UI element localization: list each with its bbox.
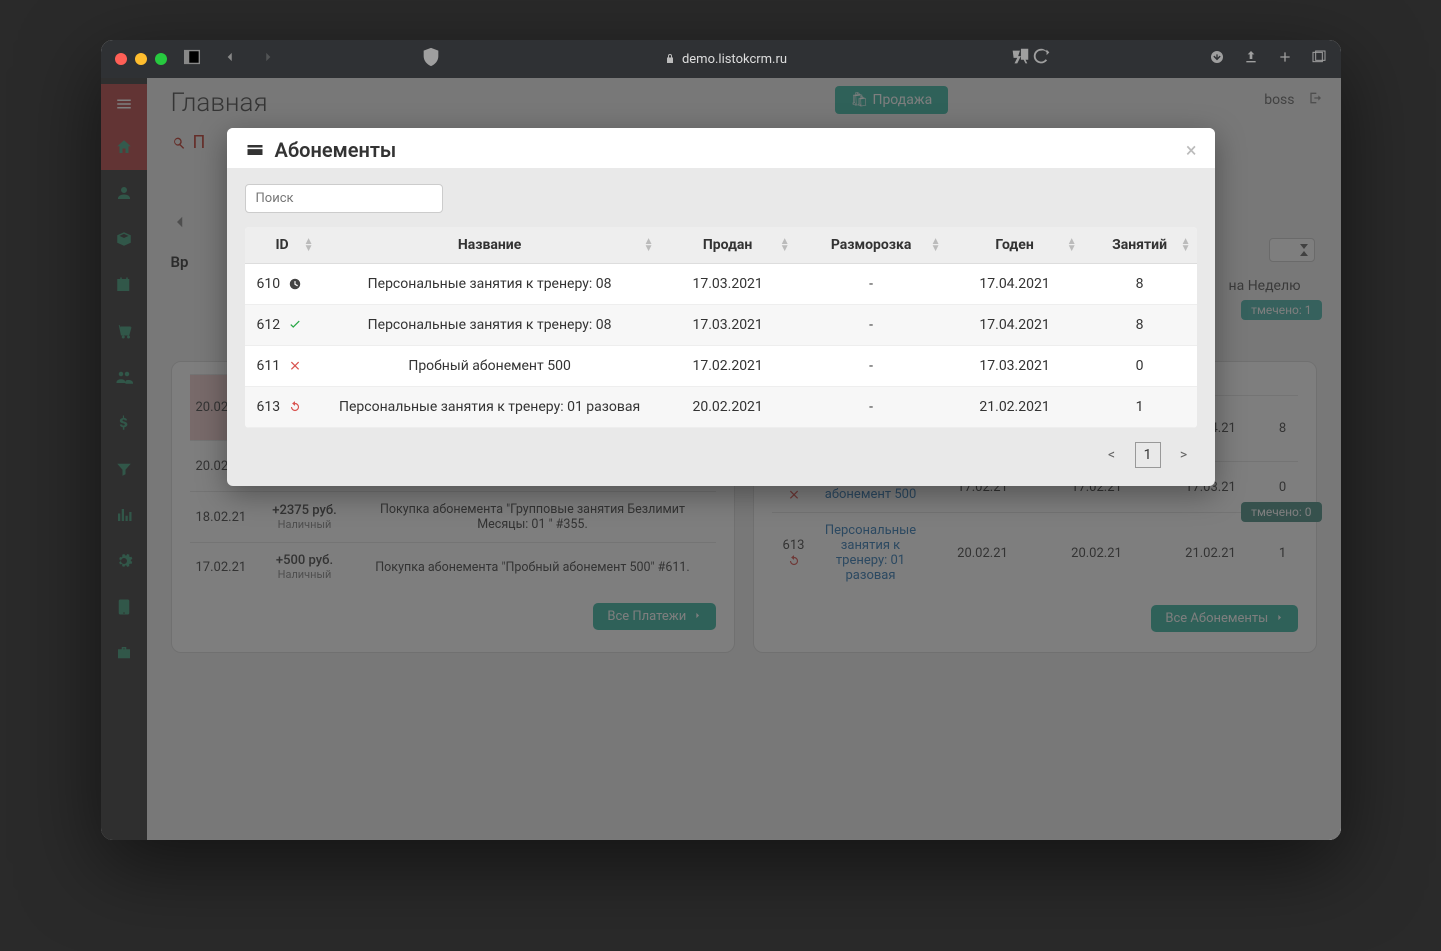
url-text: demo.listokcrm.ru — [682, 52, 787, 67]
clock-icon — [288, 277, 302, 291]
sidebar-toggle-icon[interactable] — [181, 46, 203, 72]
modal-search-input[interactable] — [245, 184, 443, 213]
modal-overlay[interactable]: Абонементы × ID▲▼ Название▲▼ Продан▲▼ Ра… — [101, 78, 1341, 840]
check-icon — [288, 318, 302, 332]
modal-title: Абонементы — [245, 138, 397, 162]
col-id[interactable]: ID — [275, 237, 288, 253]
share-icon[interactable] — [1243, 49, 1259, 69]
col-name[interactable]: Название — [458, 237, 521, 253]
pager: < 1 > — [245, 442, 1197, 468]
window-close-dot[interactable] — [115, 53, 127, 65]
window-min-dot[interactable] — [135, 53, 147, 65]
pager-page[interactable]: 1 — [1135, 442, 1161, 468]
table-row[interactable]: 610 Персональные занятия к тренеру: 0817… — [245, 264, 1197, 305]
col-valid[interactable]: Годен — [995, 237, 1033, 253]
privacy-shield-icon[interactable] — [420, 46, 442, 72]
table-row[interactable]: 612 Персональные занятия к тренеру: 0817… — [245, 305, 1197, 346]
browser-titlebar: demo.listokcrm.ru — [101, 40, 1341, 78]
col-unfreeze[interactable]: Разморозка — [831, 237, 912, 253]
col-sold[interactable]: Продан — [703, 237, 752, 253]
tabs-icon[interactable] — [1311, 49, 1327, 69]
modal-table: ID▲▼ Название▲▼ Продан▲▼ Разморозка▲▼ Го… — [245, 227, 1197, 428]
refresh-icon — [288, 400, 302, 414]
subscriptions-modal: Абонементы × ID▲▼ Название▲▼ Продан▲▼ Ра… — [227, 128, 1215, 486]
url-bar[interactable]: demo.listokcrm.ru — [523, 52, 928, 67]
table-row[interactable]: 613 Персональные занятия к тренеру: 01 р… — [245, 387, 1197, 428]
card-icon — [245, 140, 265, 160]
reload-icon[interactable] — [1031, 46, 1053, 72]
modal-close-button[interactable]: × — [1186, 138, 1197, 162]
table-row[interactable]: 611 Пробный абонемент 50017.02.2021-17.0… — [245, 346, 1197, 387]
nav-back-icon[interactable] — [219, 50, 241, 68]
downloads-icon[interactable] — [1209, 49, 1225, 69]
nav-forward-icon[interactable] — [257, 50, 279, 68]
window-max-dot[interactable] — [155, 53, 167, 65]
pager-prev[interactable]: < — [1099, 442, 1125, 468]
newtab-icon[interactable] — [1277, 49, 1293, 69]
col-sessions[interactable]: Занятий — [1112, 237, 1167, 253]
x-icon — [288, 359, 302, 373]
pager-next[interactable]: > — [1171, 442, 1197, 468]
translate-icon[interactable] — [1009, 46, 1031, 72]
lock-icon — [664, 53, 676, 65]
